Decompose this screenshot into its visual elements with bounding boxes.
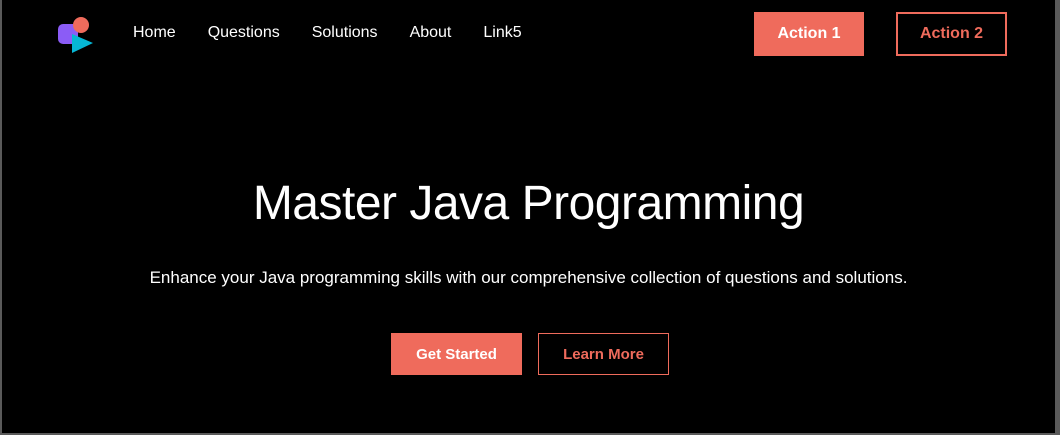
action-2-button[interactable]: Action 2 bbox=[896, 12, 1007, 56]
nav-link-about[interactable]: About bbox=[410, 24, 452, 42]
hero-subtitle: Enhance your Java programming skills wit… bbox=[149, 268, 908, 287]
brand-logo-icon[interactable] bbox=[57, 16, 97, 56]
get-started-button[interactable]: Get Started bbox=[391, 333, 522, 375]
nav-link-home[interactable]: Home bbox=[133, 24, 176, 42]
nav-link-link5[interactable]: Link5 bbox=[483, 24, 521, 42]
action-1-button[interactable]: Action 1 bbox=[754, 12, 864, 56]
nav-links: Home Questions Solutions About Link5 bbox=[133, 24, 554, 42]
navbar: Home Questions Solutions About Link5 Act… bbox=[2, 0, 1055, 70]
hero-title: Master Java Programming bbox=[252, 177, 805, 230]
learn-more-button[interactable]: Learn More bbox=[538, 333, 669, 375]
nav-link-solutions[interactable]: Solutions bbox=[312, 24, 378, 42]
nav-link-questions[interactable]: Questions bbox=[208, 24, 280, 42]
